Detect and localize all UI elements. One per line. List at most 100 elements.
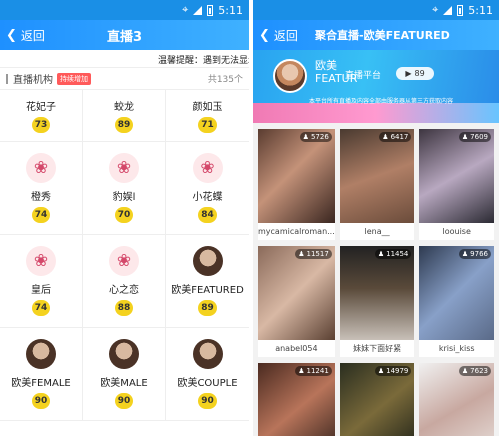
section-count: 共135个 [207, 75, 243, 85]
channel-item[interactable]: ❀ 橙秀 74 [0, 142, 83, 235]
chevron-left-icon: ❮ [6, 27, 17, 43]
channel-item[interactable]: 欧美FEATURED 89 [166, 235, 249, 328]
viewer-badge: ♟ 11241 [295, 366, 332, 376]
viewer-count: 6417 [390, 133, 409, 141]
left-screen: ⌖ 5:11 ❮ 返回 直播3 温馨提醒：遇到无法显示 直播机构 持续增加 共1… [0, 0, 249, 436]
stream-thumbnail: ♟ 7609 [419, 129, 494, 223]
channel-item[interactable]: 颜如玉 71 [166, 90, 249, 142]
section-header: 直播机构 持续增加 共135个 [0, 68, 249, 90]
channel-name: 小花蝶 [192, 192, 223, 203]
stream-card[interactable]: ♟ 11454 妹妹下面好紧 [339, 246, 415, 357]
user-icon: ♟ [461, 250, 469, 258]
viewer-badge: ♟ 9766 [458, 249, 491, 259]
stream-card[interactable]: ♟ 11517 anabel054 [258, 246, 335, 357]
channel-item[interactable]: 蛟龙 89 [83, 90, 166, 142]
viewer-badge: ♟ 6417 [379, 132, 412, 142]
viewer-count: 11517 [306, 250, 329, 258]
back-button[interactable]: ❮ 返回 [253, 27, 298, 44]
channel-item[interactable]: 欧美COUPLE 90 [166, 328, 249, 421]
channel-name: 欧美MALE [100, 378, 148, 389]
screenshot: ⌖ 5:11 ❮ 返回 直播3 温馨提醒：遇到无法显示 直播机构 持续增加 共1… [0, 0, 499, 436]
viewer-count: 11241 [306, 367, 329, 375]
avatar [192, 339, 223, 369]
stream-card[interactable]: ♟ 7623 [419, 363, 494, 436]
avatar [273, 59, 307, 93]
user-icon: ♟ [377, 367, 385, 375]
viewer-badge: ♟ 14979 [374, 366, 412, 376]
stream-thumbnail: ♟ 11454 [339, 246, 415, 340]
channel-count-badge: 90 [31, 393, 51, 409]
user-icon: ♟ [461, 367, 469, 375]
channel-name: 皇后 [31, 285, 51, 296]
user-icon: ♟ [377, 250, 385, 258]
user-icon: ♟ [298, 250, 305, 258]
channel-item[interactable]: 欧美MALE 90 [83, 328, 166, 421]
status-bar: ⌖ 5:11 [0, 0, 249, 20]
notice-text: 温馨提醒：遇到无法显示 [158, 56, 249, 66]
stream-name: krisi_kiss [438, 344, 475, 353]
stream-card[interactable]: ♟ 7609 loouise [419, 129, 494, 240]
stream-name: lena__ [364, 227, 390, 236]
channel-count-badge: 89 [114, 117, 134, 133]
channel-item[interactable]: ❀ 小花蝶 84 [166, 142, 249, 235]
user-icon: ♟ [382, 133, 389, 141]
page-title: 聚合直播-欧美FEATURED [315, 29, 450, 42]
stream-card[interactable]: ♟ 5726 mycamicalroman... [258, 129, 335, 240]
channel-count-badge: 88 [114, 300, 134, 316]
channel-count-badge: 70 [114, 207, 134, 223]
status-time: 5:11 [218, 3, 243, 17]
room-count: 89 [414, 69, 425, 78]
back-label: 返回 [273, 28, 298, 43]
lotus-icon: ❀ [192, 153, 223, 183]
back-label: 返回 [20, 28, 45, 43]
disclaimer-text: 本平台所有直播及内容全部由服务器从第三方获取内容 [309, 98, 454, 105]
channel-item[interactable]: ❀ 皇后 74 [0, 235, 83, 328]
lotus-icon: ❀ [109, 153, 139, 183]
back-button[interactable]: ❮ 返回 [0, 27, 45, 44]
location-icon: ⌖ [182, 3, 189, 16]
stream-thumbnail: ♟ 14979 [339, 363, 415, 436]
stream-thumbnail: ♟ 11517 [258, 246, 335, 340]
avatar [26, 339, 56, 369]
channel-item[interactable]: 花妃子 73 [0, 90, 83, 142]
platform-banner: 欧美 FEATUR 直播平台 ▶ 89 本平台所有直播及内容全部由服务器从第三方… [253, 50, 499, 123]
channel-name: 花妃子 [26, 102, 56, 113]
stream-card[interactable]: ♟ 14979 [339, 363, 415, 436]
platform-label: 直播平台 [345, 71, 382, 81]
avatar [109, 339, 139, 369]
stream-card[interactable]: ♟ 11241 [258, 363, 335, 436]
location-icon: ⌖ [432, 3, 439, 16]
viewer-count: 11454 [386, 250, 409, 258]
channel-count-badge: 84 [198, 207, 217, 223]
section-title: 直播机构 [13, 75, 53, 86]
app-header: ❮ 返回 直播3 [0, 20, 249, 50]
viewer-count: 7609 [470, 133, 488, 141]
viewer-badge: ♟ 11517 [295, 249, 332, 259]
channel-count-badge: 71 [198, 117, 217, 133]
channel-item[interactable]: ❀ 心之恋 88 [83, 235, 166, 328]
stream-name: anabel054 [275, 344, 318, 353]
user-icon: ♟ [298, 367, 305, 375]
viewer-badge: ♟ 7609 [458, 132, 491, 142]
channel-name: 橙秀 [31, 192, 51, 203]
channel-item[interactable]: ❀ 豹娱l 70 [83, 142, 166, 235]
channel-item[interactable]: 欧美FEMALE 90 [0, 328, 83, 421]
stream-thumbnail: ♟ 7623 [419, 363, 494, 436]
stream-card[interactable]: ♟ 9766 krisi_kiss [419, 246, 494, 357]
channel-grid-row: 花妃子 73 蛟龙 89 颜如玉 71 [0, 90, 249, 142]
notice-marquee: 温馨提醒：遇到无法显示 [0, 50, 249, 68]
stream-card[interactable]: ♟ 6417 lena__ [339, 129, 415, 240]
app-header: ❮ 返回 聚合直播-欧美FEATURED [253, 20, 499, 50]
lotus-icon: ❀ [109, 246, 139, 276]
banner-wave [253, 103, 499, 123]
status-badge: 持续增加 [57, 72, 91, 85]
stream-thumbnail: ♟ 9766 [419, 246, 494, 340]
lotus-icon: ❀ [26, 153, 56, 183]
battery-icon [457, 4, 464, 16]
stream-name: mycamicalroman... [258, 227, 335, 236]
channel-name: 欧美FEATURED [171, 285, 244, 296]
channel-name: 欧美FEMALE [11, 378, 71, 389]
section-marker [6, 73, 8, 84]
viewer-badge: ♟ 5726 [299, 132, 332, 142]
video-camera-icon: ▶ [405, 69, 412, 78]
